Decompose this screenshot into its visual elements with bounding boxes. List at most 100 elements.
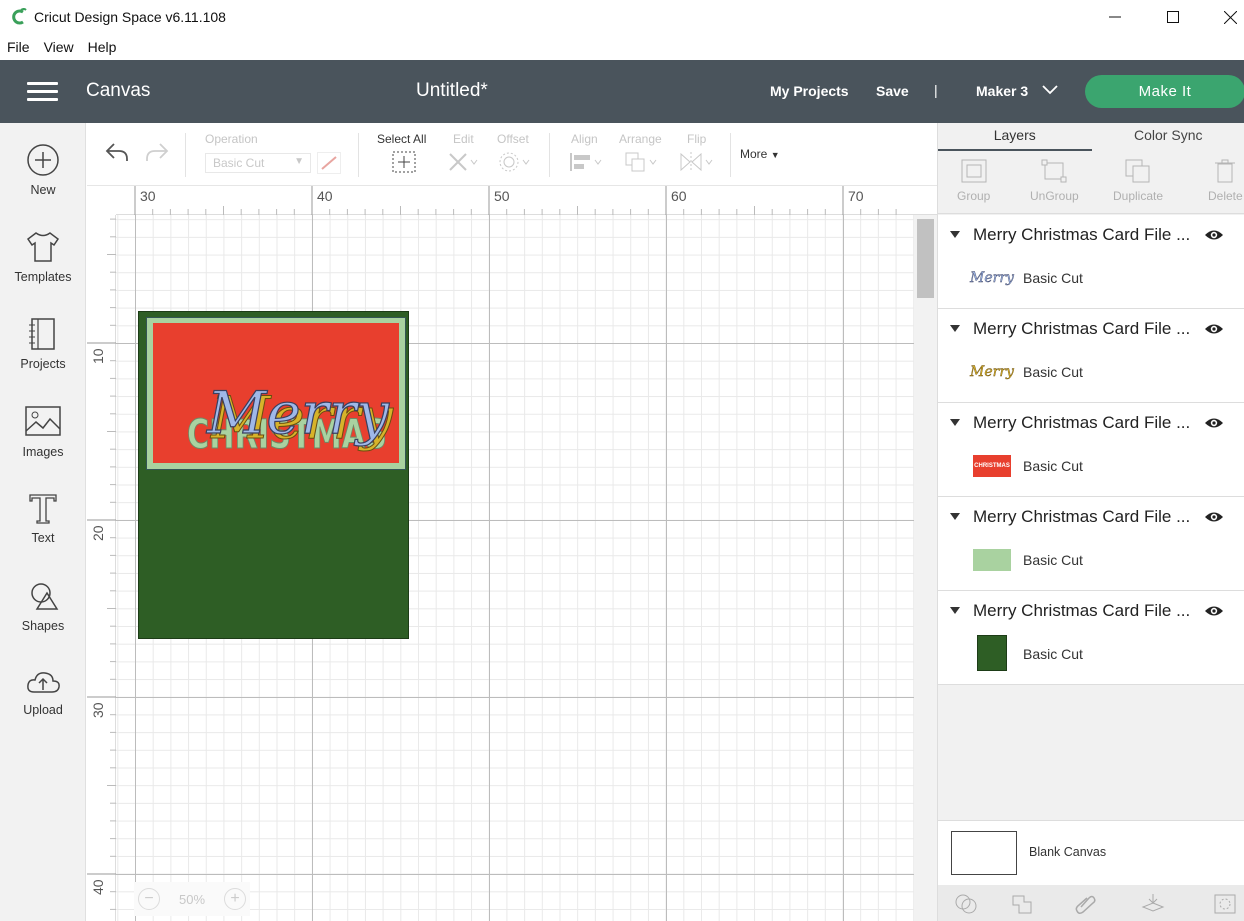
scrollbar-thumb[interactable] — [917, 219, 934, 298]
slice-icon[interactable] — [954, 893, 978, 915]
weld-icon[interactable] — [1010, 893, 1034, 915]
close-icon — [1223, 10, 1237, 24]
menu-view[interactable]: View — [44, 39, 74, 55]
eye-icon[interactable] — [1204, 510, 1224, 524]
close-button[interactable] — [1202, 0, 1244, 34]
ruler-label: 60 — [671, 188, 687, 204]
group-icon — [961, 159, 987, 183]
cricut-logo-icon — [12, 8, 27, 25]
sidebar-item-text[interactable]: Text — [0, 491, 86, 545]
eye-icon[interactable] — [1204, 604, 1224, 618]
merry-christmas-artwork-icon[interactable]: CHRISTMAS Merry Merry — [153, 323, 399, 463]
layer-item[interactable]: Merry Christmas Card File ... CHRISTMAS … — [938, 403, 1244, 497]
operation-value: Basic Cut — [213, 156, 265, 170]
blank-canvas-swatch[interactable] — [951, 831, 1017, 875]
group-label: Group — [957, 189, 991, 203]
layers-panel: Layers Color Sync Group UnGroup Duplicat… — [937, 123, 1244, 921]
caret-down-icon[interactable] — [950, 231, 960, 239]
caret-down-icon: ▼ — [770, 150, 780, 160]
menu-help[interactable]: Help — [88, 39, 117, 55]
flatten-icon[interactable] — [1141, 893, 1165, 915]
layer-thumb-text: Merry — [970, 364, 1014, 380]
vertical-scrollbar[interactable] — [914, 215, 937, 921]
sidebar-item-label: Images — [22, 445, 64, 459]
align-label: Align — [571, 132, 598, 146]
arrange-icon[interactable] — [624, 151, 658, 173]
blank-canvas-row[interactable]: Blank Canvas — [938, 820, 1244, 885]
duplicate-button[interactable]: Duplicate — [1113, 159, 1163, 203]
layer-operation: Basic Cut — [1023, 552, 1083, 568]
linetype-swatch-icon[interactable] — [317, 152, 341, 174]
more-label: More — [740, 147, 768, 161]
operation-select[interactable]: Basic Cut ▼ — [205, 153, 311, 173]
canvas-label: Canvas — [86, 80, 151, 101]
undo-icon[interactable] — [104, 140, 130, 164]
eye-icon[interactable] — [1204, 322, 1224, 336]
select-all-icon[interactable] — [392, 151, 416, 173]
tab-layers[interactable]: Layers — [938, 123, 1092, 151]
offset-label: Offset — [497, 132, 529, 146]
app-header: Canvas Untitled* My Projects Save | Make… — [0, 60, 1244, 123]
layer-item[interactable]: Merry Christmas Card File ... Merry Basi… — [938, 309, 1244, 403]
layer-name: Merry Christmas Card File ... — [973, 413, 1191, 432]
group-button[interactable]: Group — [957, 159, 990, 203]
sidebar-item-templates[interactable]: Templates — [0, 230, 86, 284]
save-button[interactable]: Save — [876, 83, 909, 99]
ungroup-button[interactable]: UnGroup — [1030, 159, 1079, 203]
make-it-button[interactable]: Make It — [1085, 75, 1244, 108]
left-sidebar: New Templates Projects Images Text Shape… — [0, 123, 86, 921]
menu-file[interactable]: File — [7, 39, 30, 55]
maximize-button[interactable] — [1145, 0, 1201, 34]
edit-scissors-icon[interactable] — [447, 151, 479, 173]
text-t-icon — [29, 494, 57, 524]
hamburger-menu-icon[interactable] — [27, 82, 58, 102]
ruler-label: 70 — [848, 188, 864, 204]
caret-down-icon[interactable] — [950, 325, 960, 333]
delete-label: Delete — [1208, 189, 1243, 203]
tab-color-sync[interactable]: Color Sync — [1092, 123, 1244, 151]
zoom-in-button[interactable]: + — [224, 888, 246, 910]
layer-item[interactable]: Merry Christmas Card File ... Merry Basi… — [938, 215, 1244, 309]
chevron-down-icon[interactable] — [1042, 85, 1058, 95]
window-title: Cricut Design Space v6.11.108 — [34, 9, 226, 25]
offset-icon[interactable] — [499, 151, 531, 173]
ruler-label: 30 — [140, 188, 156, 204]
plus-circle-icon — [27, 144, 59, 176]
zoom-out-button[interactable]: − — [138, 888, 160, 910]
my-projects-link[interactable]: My Projects — [770, 83, 849, 99]
sidebar-item-images[interactable]: Images — [0, 405, 86, 459]
sidebar-item-label: New — [30, 183, 56, 197]
ruler-label: 50 — [494, 188, 510, 204]
align-icon[interactable] — [569, 151, 603, 173]
attach-paperclip-icon[interactable] — [1074, 893, 1098, 915]
caret-down-icon[interactable] — [950, 513, 960, 521]
horizontal-ruler: 30 40 50 60 70 — [87, 186, 937, 215]
layer-item[interactable]: Merry Christmas Card File ... Basic Cut — [938, 497, 1244, 591]
ruler-label: 10 — [90, 348, 106, 364]
eye-icon[interactable] — [1204, 416, 1224, 430]
redo-icon[interactable] — [144, 140, 170, 164]
minimize-icon — [1109, 16, 1121, 18]
arrange-label: Arrange — [619, 132, 662, 146]
flip-icon[interactable] — [679, 151, 715, 173]
ungroup-label: UnGroup — [1030, 189, 1079, 203]
sidebar-item-label: Projects — [20, 357, 66, 371]
sidebar-item-new[interactable]: New — [0, 143, 86, 197]
sidebar-item-label: Text — [31, 531, 55, 545]
delete-button[interactable]: Delete — [1208, 159, 1243, 203]
minimize-button[interactable] — [1087, 0, 1143, 34]
flip-label: Flip — [687, 132, 707, 146]
sidebar-item-upload[interactable]: Upload — [0, 667, 86, 717]
horizontal-ruler-ticks — [134, 186, 897, 215]
more-menu[interactable]: More ▼ — [740, 147, 780, 161]
caret-down-icon[interactable] — [950, 419, 960, 427]
layer-thumbnail: CHRISTMAS — [973, 455, 1011, 477]
ruler-label: 40 — [317, 188, 333, 204]
eye-icon[interactable] — [1204, 228, 1224, 242]
machine-selector[interactable]: Maker 3 — [976, 83, 1028, 99]
contour-icon[interactable] — [1213, 893, 1237, 915]
caret-down-icon[interactable] — [950, 607, 960, 615]
sidebar-item-projects[interactable]: Projects — [0, 317, 86, 371]
layer-item[interactable]: Merry Christmas Card File ... Basic Cut — [938, 591, 1244, 685]
sidebar-item-shapes[interactable]: Shapes — [0, 579, 86, 633]
